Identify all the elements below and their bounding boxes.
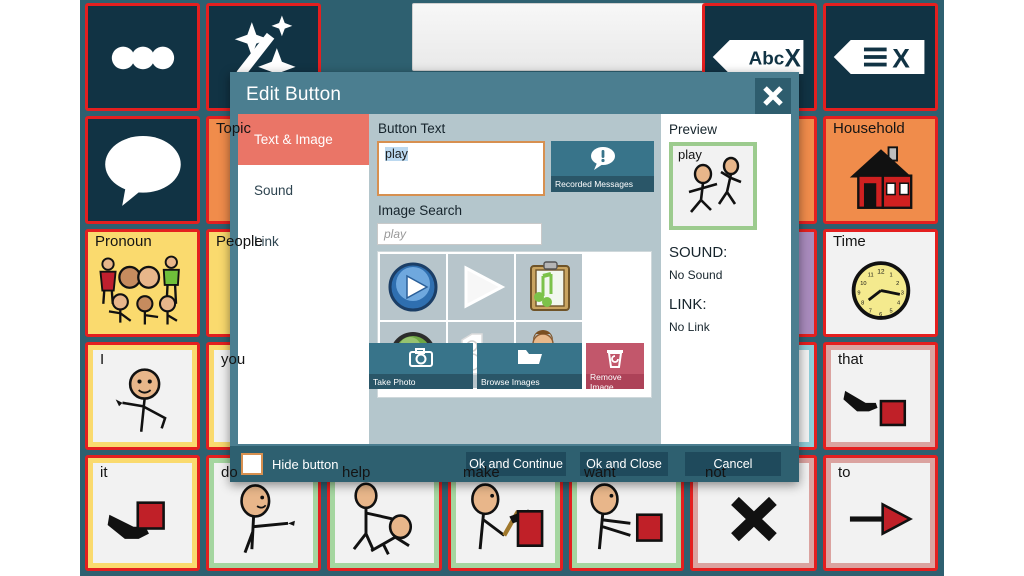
nav-label: Text & Image — [254, 132, 333, 147]
blue-play-orb-icon — [388, 262, 438, 312]
svg-text:7: 7 — [869, 308, 872, 314]
svg-text:3: 3 — [901, 290, 904, 296]
time-button[interactable]: Time 12 11 10 9 8 7 6 5 4 3 2 1 — [823, 229, 938, 337]
speak-button[interactable] — [85, 116, 200, 224]
nav-label: Sound — [254, 183, 294, 198]
edit-button-dialog: Edit Button Text & Image Sound Link Butt… — [230, 72, 799, 482]
cancel-button[interactable]: Cancel — [685, 452, 781, 476]
close-icon[interactable] — [755, 78, 791, 114]
button-text-value: play — [385, 147, 408, 161]
browse-images-label: Browse Images — [477, 374, 582, 389]
cell-caption: Household — [833, 120, 905, 137]
svg-text:4: 4 — [897, 301, 900, 307]
music-clipboard-icon — [530, 261, 570, 311]
cell-caption: to — [838, 464, 851, 481]
image-search-label: Image Search — [378, 203, 463, 218]
white-play-triangle-icon — [464, 265, 506, 309]
i-button[interactable]: I — [85, 342, 200, 450]
cell-caption: make — [463, 464, 500, 481]
sound-value: No Sound — [669, 268, 723, 282]
result-white-play-icon[interactable] — [448, 254, 514, 320]
dialog-body: Text & Image Sound Link Button Text play — [238, 114, 791, 444]
that-button[interactable]: that — [823, 342, 938, 450]
svg-text:5: 5 — [889, 308, 892, 314]
remove-image-label: Remove Image — [586, 372, 644, 392]
lines-x-icon: X — [826, 6, 935, 108]
cell-caption: Pronoun — [95, 233, 152, 250]
three-dots-icon — [88, 6, 197, 108]
cell-caption: Time — [833, 233, 866, 250]
camera-icon — [369, 346, 473, 370]
result-blue-play-icon[interactable] — [380, 254, 446, 320]
svg-text:9: 9 — [857, 290, 860, 296]
recorded-messages-label: Recorded Messages — [551, 176, 654, 192]
svg-text:11: 11 — [868, 272, 874, 278]
result-music-sheet-icon[interactable] — [516, 254, 582, 320]
svg-text:8: 8 — [861, 301, 864, 307]
cell-caption: that — [838, 351, 864, 368]
cell-caption: I — [100, 351, 105, 368]
image-search-input[interactable]: play — [377, 223, 542, 245]
cell-caption: you — [221, 351, 246, 368]
person-pointing-self-icon — [93, 350, 192, 442]
two-people-playing-icon — [673, 146, 753, 226]
cell-caption: it — [100, 464, 108, 481]
nav-item-text-image[interactable]: Text & Image — [238, 114, 369, 165]
clear-all-button[interactable]: X — [823, 3, 938, 111]
remove-image-button[interactable]: Remove Image — [586, 343, 644, 392]
browse-images-button[interactable]: Browse Images — [477, 343, 582, 389]
it-button[interactable]: it — [85, 455, 200, 571]
svg-text:Abc: Abc — [749, 49, 785, 70]
recorded-messages-button[interactable]: Recorded Messages — [551, 141, 654, 192]
cell-caption: not — [705, 464, 726, 481]
more-button[interactable] — [85, 3, 200, 111]
take-photo-label: Take Photo — [369, 374, 473, 389]
dialog-title: Edit Button — [246, 84, 342, 105]
button-text-input[interactable]: play — [377, 141, 545, 196]
to-button[interactable]: to — [823, 455, 938, 571]
svg-text:10: 10 — [860, 281, 866, 287]
cell-caption: do — [221, 464, 238, 481]
pronoun-button[interactable]: Pronoun — [85, 229, 200, 337]
button-text-row: play Recorded Messages — [377, 141, 660, 196]
speech-bubble-exclamation-icon — [551, 145, 654, 171]
preview-tile: play — [669, 142, 757, 230]
svg-text:12: 12 — [877, 269, 885, 276]
svg-text:2: 2 — [896, 281, 899, 287]
svg-text:X: X — [892, 43, 910, 73]
dialog-side-nav: Text & Image Sound Link — [238, 114, 369, 444]
hide-button-checkbox[interactable] — [241, 453, 263, 475]
hide-button-label: Hide button — [272, 457, 339, 472]
svg-text:6: 6 — [879, 312, 882, 318]
cell-caption: help — [342, 464, 371, 481]
preview-panel: Preview play SOUND: No Sound LINK: No Li… — [661, 114, 791, 444]
close-x-glyph — [763, 86, 783, 106]
trash-icon — [586, 346, 644, 370]
cell-caption: want — [584, 464, 616, 481]
speech-bubble-icon — [88, 119, 197, 221]
cell-caption: Topic — [216, 120, 252, 137]
svg-text:1: 1 — [889, 272, 892, 278]
button-text-label: Button Text — [378, 121, 446, 136]
image-action-row: Take Photo Browse Images Remove Image — [369, 343, 644, 392]
household-button[interactable]: Household — [823, 116, 938, 224]
link-heading: LINK: — [669, 296, 707, 313]
folder-icon — [477, 346, 582, 368]
nav-item-sound[interactable]: Sound — [238, 165, 369, 216]
cell-caption: People — [216, 233, 263, 250]
preview-title: Preview — [669, 122, 718, 137]
sound-heading: SOUND: — [669, 244, 728, 261]
svg-text:X: X — [785, 45, 802, 72]
take-photo-button[interactable]: Take Photo — [369, 343, 473, 389]
link-value: No Link — [669, 320, 710, 334]
dialog-center-column: Button Text play Recorded Messages Image… — [377, 114, 660, 444]
